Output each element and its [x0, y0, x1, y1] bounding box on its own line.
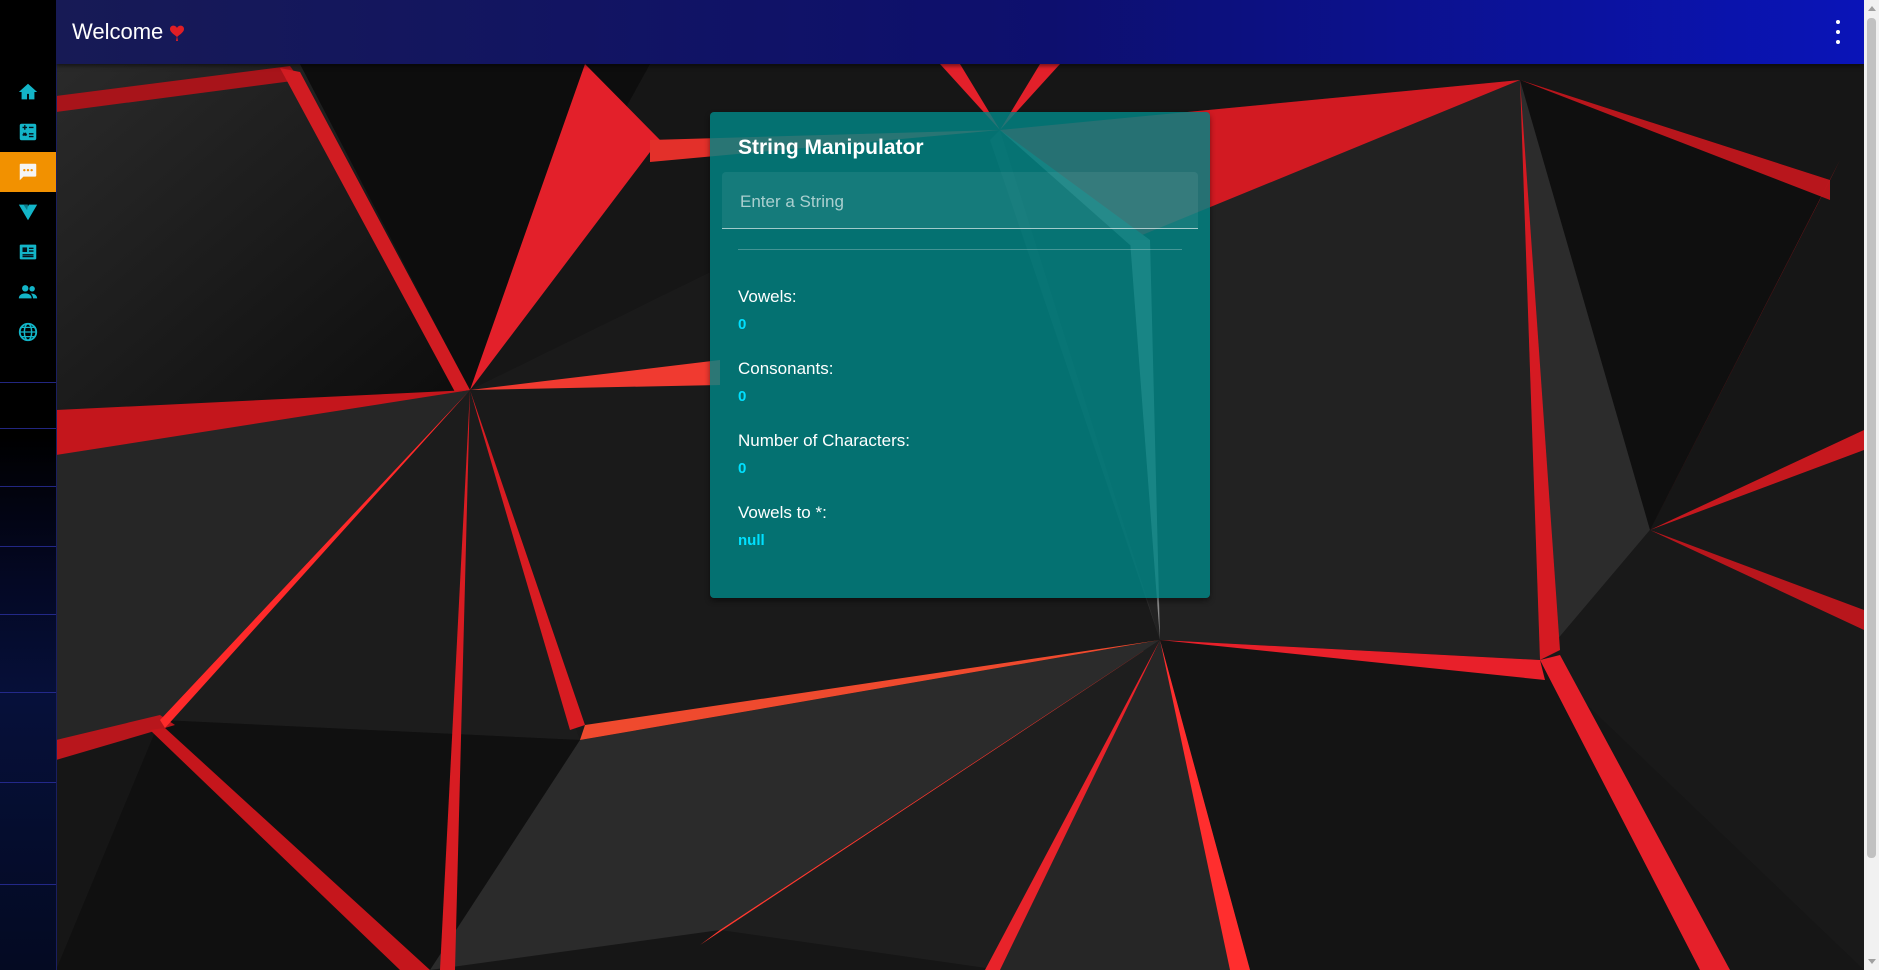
- nav-divider: [0, 782, 56, 783]
- nav-divider: [0, 382, 56, 383]
- scroll-up-icon[interactable]: [1868, 6, 1876, 11]
- vowels-label: Vowels:: [738, 287, 797, 306]
- heart-icon: [170, 25, 185, 41]
- consonants-value: 0: [738, 388, 747, 405]
- card-divider: [738, 249, 1182, 250]
- app-title-text: Welcome: [72, 19, 164, 44]
- nav-divider: [0, 486, 56, 487]
- nav-chat[interactable]: [0, 152, 56, 192]
- nav-calculator[interactable]: [0, 112, 56, 152]
- newspaper-icon: [19, 244, 37, 260]
- nav-divider: [0, 614, 56, 615]
- vowels-to-star-label: Vowels to *:: [738, 503, 827, 522]
- scroll-down-icon[interactable]: [1868, 959, 1876, 964]
- chat-icon: [19, 163, 37, 181]
- nav-divider: [0, 884, 56, 885]
- char-count-label: Number of Characters:: [738, 431, 910, 450]
- nav-divider: [0, 692, 56, 693]
- consonants-label: Consonants:: [738, 359, 834, 378]
- app-root: Welcome String Manipulator Vowels: 0 Con…: [0, 0, 1879, 970]
- vuetify-icon: [18, 204, 38, 221]
- string-input[interactable]: [738, 188, 1182, 216]
- more-vert-icon[interactable]: [1832, 20, 1844, 44]
- people-icon: [18, 285, 38, 299]
- vowels-value: 0: [738, 316, 747, 333]
- calculator-icon: [19, 123, 37, 141]
- nav-divider: [0, 546, 56, 547]
- nav-news[interactable]: [0, 232, 56, 272]
- page-scrollbar[interactable]: [1864, 0, 1879, 970]
- nav-vuetify[interactable]: [0, 192, 56, 232]
- nav-globe[interactable]: [0, 312, 56, 352]
- char-count-value: 0: [738, 460, 747, 477]
- app-title: Welcome: [72, 19, 185, 45]
- string-manipulator-card: String Manipulator Vowels: 0 Consonants:…: [710, 112, 1210, 598]
- vowels-to-star-value: null: [738, 532, 765, 549]
- card-title: String Manipulator: [738, 136, 924, 159]
- app-bar: Welcome: [56, 0, 1864, 64]
- globe-icon: [18, 322, 38, 342]
- nav-rail: [0, 0, 57, 970]
- string-input-field[interactable]: [722, 172, 1198, 229]
- nav-home[interactable]: [0, 72, 56, 112]
- home-icon: [18, 83, 38, 100]
- nav-users[interactable]: [0, 272, 56, 312]
- scroll-thumb[interactable]: [1867, 18, 1876, 858]
- nav-divider: [0, 428, 56, 429]
